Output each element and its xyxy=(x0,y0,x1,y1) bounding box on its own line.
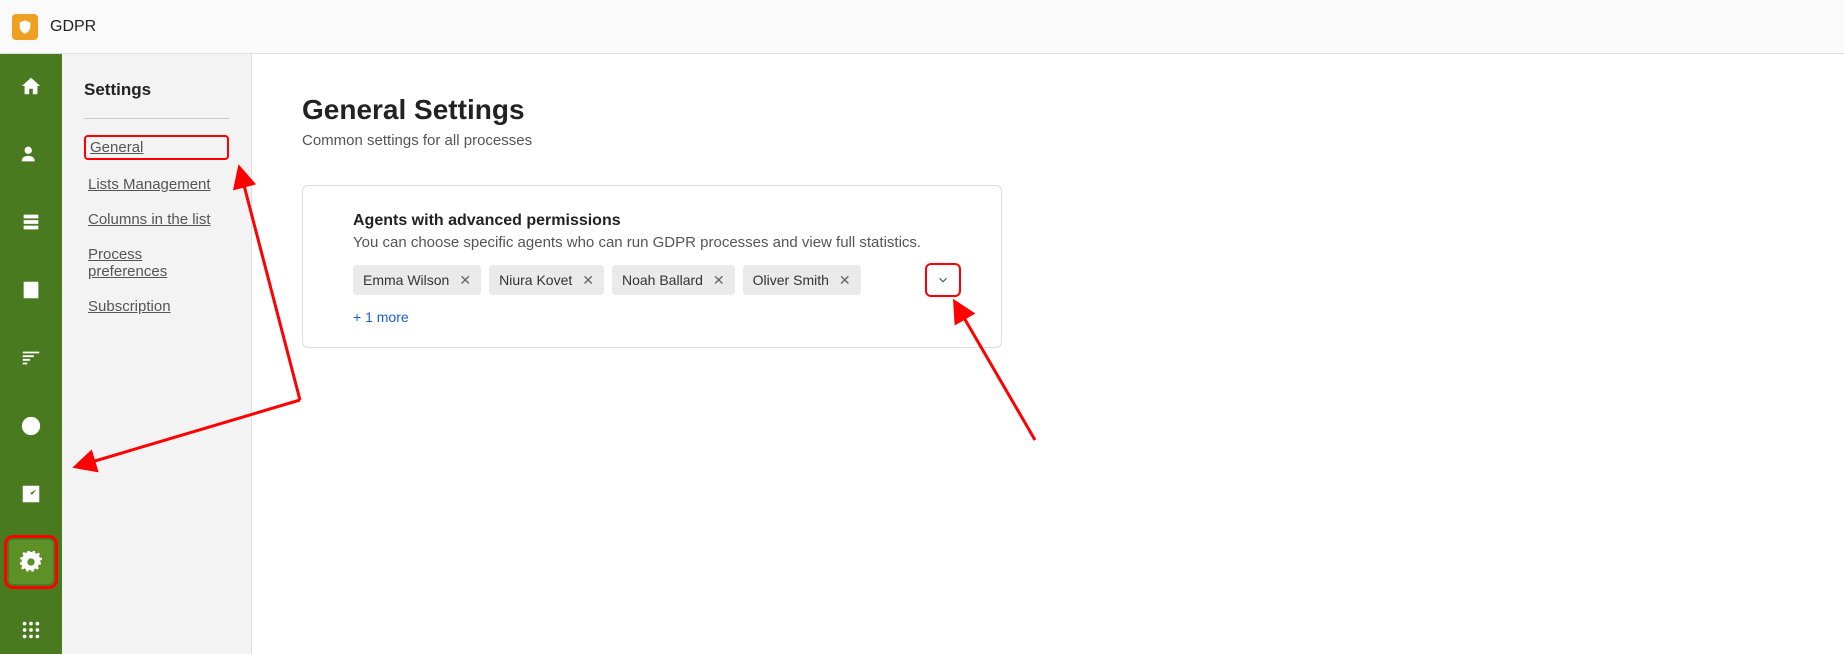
top-header: GDPR xyxy=(0,0,1844,54)
rail-users[interactable] xyxy=(9,132,53,176)
users-icon xyxy=(20,143,42,165)
agent-name: Emma Wilson xyxy=(363,272,449,288)
sidebar-item-lists-management[interactable]: Lists Management xyxy=(84,174,229,195)
remove-agent-icon[interactable]: ✕ xyxy=(459,273,471,287)
main-content: General Settings Common settings for all… xyxy=(252,54,1844,654)
sidebar-item-columns[interactable]: Columns in the list xyxy=(84,209,229,230)
agent-name: Niura Kovet xyxy=(499,272,572,288)
chart-icon xyxy=(20,483,42,505)
sidebar-item-subscription[interactable]: Subscription xyxy=(84,296,229,317)
settings-sidebar: Settings General Lists Management Column… xyxy=(62,54,252,654)
settings-title: Settings xyxy=(84,80,229,100)
agent-tag: Emma Wilson ✕ xyxy=(353,265,481,295)
list-icon xyxy=(20,211,42,233)
agent-name: Oliver Smith xyxy=(753,272,829,288)
app-title: GDPR xyxy=(50,18,96,36)
shield-icon xyxy=(17,19,33,35)
remove-agent-icon[interactable]: ✕ xyxy=(582,273,594,287)
rail-apps[interactable] xyxy=(9,608,53,652)
agents-tag-row: Emma Wilson ✕ Niura Kovet ✕ Noah Ballard… xyxy=(353,263,961,297)
sidebar-item-general[interactable]: General xyxy=(84,135,229,160)
remove-agent-icon[interactable]: ✕ xyxy=(839,273,851,287)
apps-icon xyxy=(20,619,42,641)
rail-board[interactable] xyxy=(9,268,53,312)
home-icon xyxy=(20,75,42,97)
agents-card: Agents with advanced permissions You can… xyxy=(302,185,1002,348)
remove-agent-icon[interactable]: ✕ xyxy=(713,273,725,287)
agents-dropdown-button[interactable] xyxy=(925,263,961,297)
page-title: General Settings xyxy=(302,94,1794,126)
agent-name: Noah Ballard xyxy=(622,272,703,288)
rail-settings[interactable] xyxy=(9,540,53,584)
gear-icon xyxy=(20,551,42,573)
queue-icon xyxy=(20,347,42,369)
chevron-down-icon xyxy=(936,273,950,287)
rail-clock[interactable] xyxy=(9,404,53,448)
page-subtitle: Common settings for all processes xyxy=(302,132,1794,149)
more-agents-link[interactable]: + 1 more xyxy=(353,309,409,325)
rail-home[interactable] xyxy=(9,64,53,108)
card-desc: You can choose specific agents who can r… xyxy=(353,234,961,251)
divider xyxy=(84,118,229,119)
rail-chart[interactable] xyxy=(9,472,53,516)
card-title: Agents with advanced permissions xyxy=(353,212,961,230)
agent-tag: Noah Ballard ✕ xyxy=(612,265,735,295)
app-logo xyxy=(12,14,38,40)
rail-list[interactable] xyxy=(9,200,53,244)
agent-tag: Niura Kovet ✕ xyxy=(489,265,604,295)
board-icon xyxy=(20,279,42,301)
clock-icon xyxy=(20,415,42,437)
left-rail xyxy=(0,54,62,654)
rail-queue[interactable] xyxy=(9,336,53,380)
sidebar-item-process-preferences[interactable]: Process preferences xyxy=(84,244,229,282)
agent-tag: Oliver Smith ✕ xyxy=(743,265,861,295)
